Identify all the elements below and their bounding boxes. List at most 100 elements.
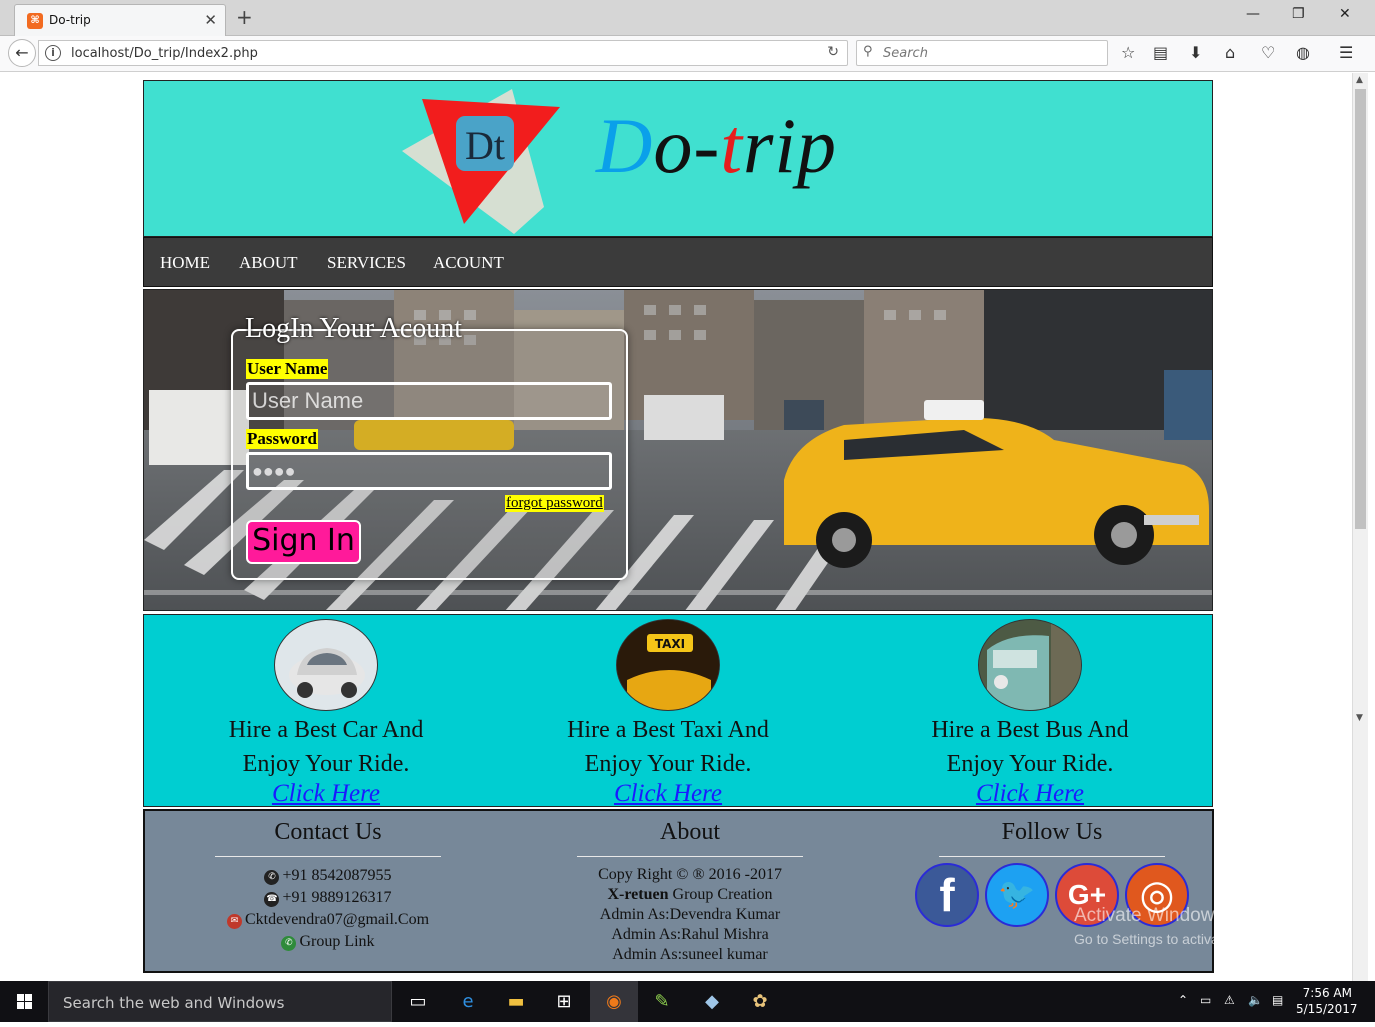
search-input[interactable]: ⚲ Search: [856, 40, 1108, 66]
site-footer: Contact Us ✆ +91 8542087955 ☎ +91 98891263…: [143, 809, 1214, 973]
bus-image: [978, 619, 1082, 711]
search-placeholder: Search: [883, 46, 928, 61]
do-trip-logo-icon: Dt: [402, 89, 560, 234]
brand-part-rip: rip: [743, 102, 838, 189]
pocket-icon[interactable]: ♡: [1261, 43, 1275, 62]
taskbar-search-text: Search the web and Windows: [63, 994, 285, 1012]
notepad-icon[interactable]: ✎: [638, 981, 686, 1022]
service-taxi: TAXI Hire a Best Taxi And Enjoy Your Rid…: [518, 619, 818, 809]
username-input[interactable]: User Name: [246, 382, 612, 420]
follow-heading: Follow Us: [1001, 819, 1103, 845]
menu-services[interactable]: SERVICES: [327, 253, 406, 273]
address-bar[interactable]: i localhost/Do_trip/Index2.php ↻: [38, 40, 848, 66]
watermark-subtitle: Go to Settings to activate Windows.: [1074, 931, 1295, 947]
menu-icon[interactable]: ☰: [1339, 43, 1353, 62]
facebook-icon[interactable]: f: [915, 863, 979, 927]
service-taxi-line2: Enjoy Your Ride.: [584, 751, 752, 777]
brand-letter-t: t: [720, 102, 743, 189]
forgot-password-link[interactable]: forgot password: [505, 495, 604, 512]
reload-icon[interactable]: ↻: [827, 44, 839, 60]
sign-in-button[interactable]: Sign In: [246, 520, 361, 564]
windows-logo-icon: [17, 994, 32, 1009]
browser-nav-bar: ← i localhost/Do_trip/Index2.php ↻ ⚲ Sea…: [0, 36, 1375, 72]
close-window-button[interactable]: ✕: [1339, 6, 1351, 22]
home-icon[interactable]: ⌂: [1225, 43, 1235, 62]
file-explorer-icon[interactable]: ▬: [492, 981, 540, 1022]
tab-title: Do-trip: [49, 13, 91, 27]
scroll-up-icon[interactable]: ▲: [1356, 75, 1363, 85]
taskbar-clock[interactable]: 7:56 AM 5/15/2017: [1296, 985, 1358, 1017]
download-icon[interactable]: ⬇: [1189, 43, 1202, 62]
menu-about[interactable]: ABOUT: [239, 253, 298, 273]
footer-contact: Contact Us ✆ +91 8542087955 ☎ +91 98891263…: [215, 819, 441, 953]
brand-letter-d: D: [596, 102, 654, 189]
service-car: Hire a Best Car And Enjoy Your Ride. Cli…: [176, 619, 476, 809]
windows-taskbar: Search the web and Windows ▭ e ▬ ⊞ ◉ ✎ ◆…: [0, 981, 1375, 1022]
phone-icon: ☎: [264, 892, 280, 907]
volume-icon[interactable]: 🔈: [1248, 993, 1263, 1007]
service-bus-line1: Hire a Best Bus And: [931, 717, 1129, 743]
globe-icon[interactable]: ◍: [1296, 43, 1310, 62]
phone-icon: ✆: [264, 870, 280, 885]
start-button[interactable]: [0, 981, 48, 1022]
activate-windows-watermark: Activate Windows Go to Settings to activ…: [1074, 905, 1295, 947]
twitter-icon[interactable]: 🐦: [985, 863, 1049, 927]
site-menu: HOME ABOUT SERVICES ACOUNT: [143, 237, 1213, 287]
phone-1-text: +91 8542087955: [282, 867, 392, 884]
battery-icon[interactable]: ▭: [1200, 993, 1211, 1007]
contact-group: ✆ Group Link: [215, 931, 441, 953]
service-taxi-link[interactable]: Click Here: [518, 779, 818, 809]
back-button[interactable]: ←: [8, 39, 36, 67]
paint-icon[interactable]: ✿: [736, 981, 784, 1022]
password-input[interactable]: ●●●●: [246, 452, 612, 490]
menu-acount[interactable]: ACOUNT: [433, 253, 504, 273]
store-icon[interactable]: ⊞: [540, 981, 588, 1022]
twitter-glyph: 🐦: [998, 877, 1036, 912]
login-form: LogIn Your Acount User Name User Name Pa…: [231, 313, 628, 580]
phone-2-text: +91 9889126317: [282, 889, 392, 906]
site-header: Dt Do-trip: [143, 80, 1213, 237]
admin-2: Admin As:Rahul Mishra: [611, 926, 769, 943]
new-tab-button[interactable]: +: [236, 5, 253, 29]
brand-part-o: o-: [653, 102, 721, 189]
xampp-favicon-icon: ⌘: [27, 13, 43, 29]
url-text[interactable]: localhost/Do_trip/Index2.php: [71, 46, 258, 61]
bookmarks-library-icon[interactable]: ▤: [1153, 43, 1168, 62]
tray-chevron-icon[interactable]: ⌃: [1178, 993, 1188, 1007]
service-car-link[interactable]: Click Here: [176, 779, 476, 809]
scrollbar-thumb[interactable]: [1355, 89, 1366, 529]
action-center-icon[interactable]: ▤: [1272, 993, 1283, 1007]
task-view-icon[interactable]: ▭: [394, 981, 442, 1022]
search-icon: ⚲: [863, 44, 873, 59]
copyright-text: Copy Right © ® 2016 -2017: [598, 866, 782, 883]
tab-close-icon[interactable]: ✕: [204, 11, 217, 29]
group-link[interactable]: Group Link: [299, 933, 374, 950]
bookmark-star-icon[interactable]: ☆: [1121, 43, 1135, 62]
edge-icon[interactable]: e: [444, 981, 492, 1022]
tab-do-trip[interactable]: ⌘ Do-trip ✕: [14, 4, 226, 36]
page-viewport: Dt Do-trip HOME ABOUT SERVICES ACOUNT Lo…: [0, 73, 1352, 981]
contact-heading: Contact Us: [274, 819, 382, 845]
scroll-down-icon[interactable]: ▼: [1356, 713, 1363, 723]
service-bus-link[interactable]: Click Here: [880, 779, 1180, 809]
group-suffix: Group Creation: [668, 886, 773, 903]
svg-text:Dt: Dt: [465, 123, 505, 168]
svg-text:TAXI: TAXI: [655, 637, 685, 651]
taskbar-search[interactable]: Search the web and Windows: [48, 981, 392, 1022]
sticky-icon[interactable]: ◆: [688, 981, 736, 1022]
page-scrollbar[interactable]: ▲ ▼: [1352, 73, 1368, 981]
network-icon[interactable]: ⚠: [1224, 993, 1235, 1007]
follow-divider: [939, 856, 1165, 857]
restore-button[interactable]: ❐: [1292, 6, 1305, 22]
admin-1: Admin As:Devendra Kumar: [599, 906, 781, 923]
service-bus-line2: Enjoy Your Ride.: [946, 751, 1114, 777]
clock-date: 5/15/2017: [1296, 1002, 1358, 1016]
firefox-icon[interactable]: ◉: [590, 981, 638, 1022]
menu-home[interactable]: HOME: [160, 253, 210, 273]
info-icon[interactable]: i: [45, 45, 61, 61]
email-text[interactable]: Cktdevendra07@gmail.Com: [245, 911, 429, 928]
admin-3: Admin As:suneel kumar: [612, 946, 768, 963]
footer-about: About Copy Right © ® 2016 -2017 X-retuen…: [577, 819, 803, 965]
car-image: [274, 619, 378, 711]
minimize-button[interactable]: —: [1246, 6, 1260, 22]
